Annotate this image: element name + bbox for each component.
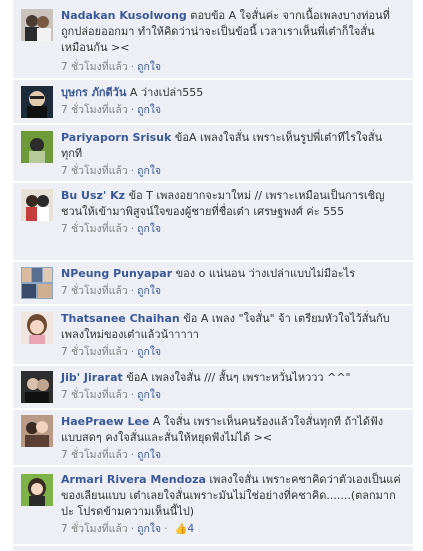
like-link[interactable]: ถูกใจ: [137, 449, 161, 461]
comment-item: NPeung Punyapar ของ o แน่นอน ว่างเปล่าแบ…: [13, 262, 413, 305]
comment-body: บุษกร ภักดีวัน A ว่างเปล่า555 7 ชั่วโมงท…: [61, 85, 403, 118]
comment-meta: 7 ชั่วโมงที่แล้ว · ถูกใจ: [61, 221, 403, 237]
likes-count[interactable]: 4: [188, 523, 195, 535]
comment-text: ข้อA เพลงใจสั่น /// สั้นๆ เพราะหวั่นไหวว…: [126, 371, 351, 384]
avatar-couple-icon[interactable]: [21, 189, 53, 221]
comment-item: Thatsanee Chaihan ข้อ A เพลง "ใจสั่น" จ้…: [13, 306, 413, 365]
separator-dot: ·: [130, 165, 135, 177]
avatar-green-icon[interactable]: [21, 131, 53, 163]
commenter-name[interactable]: Thatsanee Chaihan: [61, 312, 180, 325]
commenter-name[interactable]: HaePraew Lee: [61, 415, 149, 428]
separator-dot: ·: [130, 523, 135, 535]
commenter-name[interactable]: Bu Usz' Kz: [61, 189, 125, 202]
commenter-name[interactable]: NPeung Punyapar: [61, 267, 172, 280]
comment-meta: 7 ชั่วโมงที่แล้ว · ถูกใจ · 👍4: [61, 521, 403, 537]
comment-item: Jib' Jirarat ข้อA เพลงใจสั่น /// สั้นๆ เ…: [13, 366, 413, 409]
commenter-name[interactable]: Nadakan Kusolwong: [61, 9, 187, 22]
comment-meta: 7 ชั่วโมงที่แล้ว · ถูกใจ: [61, 163, 403, 179]
avatar-girl-icon[interactable]: [21, 312, 53, 344]
like-link[interactable]: ถูกใจ: [137, 285, 161, 297]
next-comment-edge: [13, 546, 413, 551]
comment-text: A ว่างเปล่า555: [129, 86, 204, 99]
separator-dot: ·: [130, 104, 135, 116]
comment-item: HaePraew Lee A ใจสั่น เพราะเห็นคนร้องแล้…: [13, 410, 413, 466]
commenter-name[interactable]: Armari Rivera Mendoza: [61, 473, 206, 486]
separator-dot: ·: [130, 61, 135, 73]
timestamp[interactable]: 7 ชั่วโมงที่แล้ว: [61, 104, 128, 116]
like-link[interactable]: ถูกใจ: [137, 165, 161, 177]
comment-body: Jib' Jirarat ข้อA เพลงใจสั่น /// สั้นๆ เ…: [61, 370, 403, 403]
timestamp[interactable]: 7 ชั่วโมงที่แล้ว: [61, 523, 128, 535]
separator-dot: ·: [164, 523, 168, 535]
like-link[interactable]: ถูกใจ: [137, 61, 161, 73]
comment-item: Bu Usz' Kz ข้อ T เพลงอยากจะมาใหม่ // เพร…: [13, 183, 413, 261]
separator-dot: ·: [130, 449, 135, 461]
like-link[interactable]: ถูกใจ: [137, 389, 161, 401]
timestamp[interactable]: 7 ชั่วโมงที่แล้ว: [61, 389, 128, 401]
comment-meta: 7 ชั่วโมงที่แล้ว · ถูกใจ: [61, 283, 403, 299]
comment-meta: 7 ชั่วโมงที่แล้ว · ถูกใจ: [61, 344, 403, 360]
like-link[interactable]: ถูกใจ: [137, 223, 161, 235]
timestamp[interactable]: 7 ชั่วโมงที่แล้ว: [61, 449, 128, 461]
comment-item: บุษกร ภักดีวัน A ว่างเปล่า555 7 ชั่วโมงท…: [13, 80, 413, 124]
comment-meta: 7 ชั่วโมงที่แล้ว · ถูกใจ: [61, 59, 403, 75]
comment-body: Thatsanee Chaihan ข้อ A เพลง "ใจสั่น" จ้…: [61, 311, 403, 360]
comment-body: Pariyaporn Srisuk ข้อA เพลงใจสั่น เพราะเ…: [61, 130, 403, 179]
comment-list: Nadakan Kusolwong ตอบข้อ A ใจสั่นค่ะ จาก…: [0, 0, 423, 551]
separator-dot: ·: [130, 389, 135, 401]
thumbs-up-icon[interactable]: 👍: [174, 523, 187, 535]
comment-body: NPeung Punyapar ของ o แน่นอน ว่างเปล่าแบ…: [61, 266, 403, 299]
comment-body: Nadakan Kusolwong ตอบข้อ A ใจสั่นค่ะ จาก…: [61, 8, 403, 75]
timestamp[interactable]: 7 ชั่วโมงที่แล้ว: [61, 223, 128, 235]
avatar-collage-icon[interactable]: [21, 267, 53, 299]
timestamp[interactable]: 7 ชั่วโมงที่แล้ว: [61, 61, 128, 73]
avatar-dark-icon[interactable]: [21, 371, 53, 403]
comment-meta: 7 ชั่วโมงที่แล้ว · ถูกใจ: [61, 102, 403, 118]
timestamp[interactable]: 7 ชั่วโมงที่แล้ว: [61, 165, 128, 177]
comment-meta: 7 ชั่วโมงที่แล้ว · ถูกใจ: [61, 447, 403, 463]
comment-body: HaePraew Lee A ใจสั่น เพราะเห็นคนร้องแล้…: [61, 414, 403, 463]
comment-text: ของ o แน่นอน ว่างเปล่าแบบไม่มีอะไร: [175, 267, 356, 280]
commenter-name[interactable]: Pariyaporn Srisuk: [61, 131, 171, 144]
like-link[interactable]: ถูกใจ: [137, 523, 161, 535]
avatar-green-girl-icon[interactable]: [21, 474, 53, 506]
separator-dot: ·: [130, 223, 135, 235]
comment-body: Bu Usz' Kz ข้อ T เพลงอยากจะมาใหม่ // เพร…: [61, 188, 403, 237]
like-link[interactable]: ถูกใจ: [137, 104, 161, 116]
comment-item: Pariyaporn Srisuk ข้อA เพลงใจสั่น เพราะเ…: [13, 125, 413, 182]
commenter-name[interactable]: Jib' Jirarat: [61, 371, 123, 384]
comment-meta: 7 ชั่วโมงที่แล้ว · ถูกใจ: [61, 387, 403, 403]
like-link[interactable]: ถูกใจ: [137, 346, 161, 358]
comment-item: Armari Rivera Mendoza เพลงใจสั่น เพราะคช…: [13, 467, 413, 545]
comment-body: Armari Rivera Mendoza เพลงใจสั่น เพราะคช…: [61, 472, 403, 537]
commenter-name[interactable]: บุษกร ภักดีวัน: [61, 86, 126, 99]
avatar-couple-icon[interactable]: [21, 415, 53, 447]
timestamp[interactable]: 7 ชั่วโมงที่แล้ว: [61, 285, 128, 297]
timestamp[interactable]: 7 ชั่วโมงที่แล้ว: [61, 346, 128, 358]
avatar-person-icon[interactable]: [21, 86, 53, 118]
separator-dot: ·: [130, 285, 135, 297]
separator-dot: ·: [130, 346, 135, 358]
comment-item: Nadakan Kusolwong ตอบข้อ A ใจสั่นค่ะ จาก…: [13, 0, 413, 79]
avatar-couple-icon[interactable]: [21, 9, 53, 41]
